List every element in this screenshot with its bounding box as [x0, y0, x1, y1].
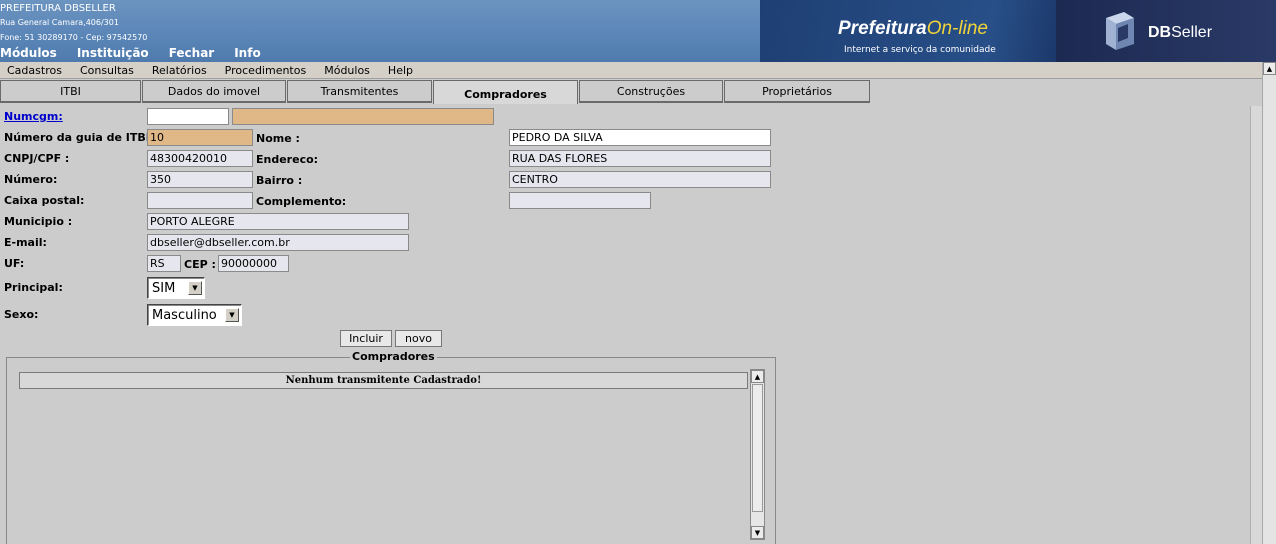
numero-input[interactable]: 350 — [147, 171, 253, 188]
content-scrollbar[interactable] — [1250, 106, 1262, 544]
prefeitura-online-logo: PrefeituraOn-line — [838, 18, 988, 39]
guia-label: Número da guia de ITBI: — [4, 131, 155, 144]
menu-modulos[interactable]: Módulos — [324, 64, 370, 77]
cnpj-input[interactable]: 48300420010 — [147, 150, 253, 167]
principal-label: Principal: — [4, 281, 63, 294]
tab-bar: ITBI Dados do imovel Transmitentes Compr… — [0, 80, 871, 104]
compradores-legend: Compradores — [350, 350, 437, 363]
chevron-down-icon[interactable]: ▼ — [225, 308, 239, 322]
grid-empty-message: Nenhum transmitente Cadastrado! — [19, 372, 748, 389]
complemento-label: Complemento: — [256, 195, 347, 208]
email-label: E-mail: — [4, 236, 47, 249]
nome-input[interactable]: PEDRO DA SILVA — [509, 129, 771, 146]
top-menu-instituicao[interactable]: Instituição — [77, 46, 149, 60]
numcgm-link[interactable]: Numcgm: — [4, 110, 63, 123]
grid-scrollbar[interactable]: ▲ ▼ — [750, 369, 765, 540]
window-scrollbar[interactable]: ▲ — [1262, 62, 1276, 544]
cep-label: CEP : — [184, 258, 216, 271]
top-menu: Módulos Instituição Fechar Info — [0, 46, 261, 60]
grid-scroll-thumb[interactable] — [752, 384, 763, 512]
menu-cadastros[interactable]: Cadastros — [7, 64, 62, 77]
sexo-selected-value: Masculino — [152, 307, 217, 323]
dbseller-cube-icon — [1106, 12, 1134, 50]
complemento-input[interactable] — [509, 192, 651, 209]
top-menu-info[interactable]: Info — [234, 46, 260, 60]
uf-input[interactable]: RS — [147, 255, 181, 272]
menu-procedimentos[interactable]: Procedimentos — [225, 64, 307, 77]
cnpj-label: CNPJ/CPF : — [4, 152, 70, 165]
scroll-down-icon[interactable]: ▼ — [751, 526, 764, 539]
municipio-input[interactable]: PORTO ALEGRE — [147, 213, 409, 230]
principal-select[interactable]: SIM ▼ — [147, 277, 205, 299]
bairro-input[interactable]: CENTRO — [509, 171, 771, 188]
bairro-label: Bairro : — [256, 174, 303, 187]
org-info: PREFEITURA DBSELLER Rua General Camara,4… — [0, 2, 147, 45]
tab-compradores[interactable]: Compradores — [433, 80, 578, 104]
sexo-select[interactable]: Masculino ▼ — [147, 304, 242, 326]
menu-bar: Cadastros Consultas Relatórios Procedime… — [0, 62, 1262, 79]
top-menu-modulos[interactable]: Módulos — [0, 46, 57, 60]
endereco-label: Endereco: — [256, 153, 319, 166]
org-phone: Fone: 51 30289170 - Cep: 97542570 — [0, 33, 148, 42]
dbseller-wordmark: DBSeller — [1148, 24, 1213, 41]
menu-relatorios[interactable]: Relatórios — [152, 64, 207, 77]
scroll-up-icon[interactable]: ▲ — [751, 370, 764, 383]
tab-transmitentes[interactable]: Transmitentes — [287, 80, 432, 103]
grid-body — [19, 389, 748, 541]
uf-label: UF: — [4, 257, 25, 270]
dbseller-logo: DBSeller — [1056, 0, 1276, 62]
org-address: Rua General Camara,406/301 — [0, 18, 119, 27]
tab-itbi[interactable]: ITBI — [0, 80, 141, 103]
nome-label: Nome : — [256, 132, 300, 145]
numero-label: Número: — [4, 173, 58, 186]
menu-help[interactable]: Help — [388, 64, 413, 77]
chevron-down-icon[interactable]: ▼ — [188, 281, 202, 295]
endereco-input[interactable]: RUA DAS FLORES — [509, 150, 771, 167]
menu-consultas[interactable]: Consultas — [80, 64, 134, 77]
header-banner: PREFEITURA DBSELLER Rua General Camara,4… — [0, 0, 1276, 62]
sexo-label: Sexo: — [4, 308, 39, 321]
incluir-button[interactable]: Incluir — [340, 330, 392, 347]
tab-construcoes[interactable]: Construções — [579, 80, 723, 103]
caixa-postal-input[interactable] — [147, 192, 253, 209]
email-input[interactable]: dbseller@dbseller.com.br — [147, 234, 409, 251]
logo-slogan: Internet a serviço da comunidade — [844, 45, 996, 55]
cep-input[interactable]: 90000000 — [218, 255, 289, 272]
municipio-label: Municipio : — [4, 215, 73, 228]
tab-proprietarios[interactable]: Proprietários — [724, 80, 870, 103]
caixa-postal-label: Caixa postal: — [4, 194, 85, 207]
top-menu-fechar[interactable]: Fechar — [169, 46, 215, 60]
tab-dados-imovel[interactable]: Dados do imovel — [142, 80, 286, 103]
numcgm-name-field — [232, 108, 494, 125]
numcgm-input[interactable] — [147, 108, 229, 125]
scroll-up-icon[interactable]: ▲ — [1263, 62, 1276, 75]
org-name: PREFEITURA DBSELLER — [0, 3, 116, 14]
guia-input[interactable]: 10 — [147, 129, 253, 146]
principal-selected-value: SIM — [152, 280, 176, 296]
novo-button[interactable]: novo — [395, 330, 442, 347]
logo-area: PrefeituraOn-line Internet a serviço da … — [760, 0, 1276, 62]
